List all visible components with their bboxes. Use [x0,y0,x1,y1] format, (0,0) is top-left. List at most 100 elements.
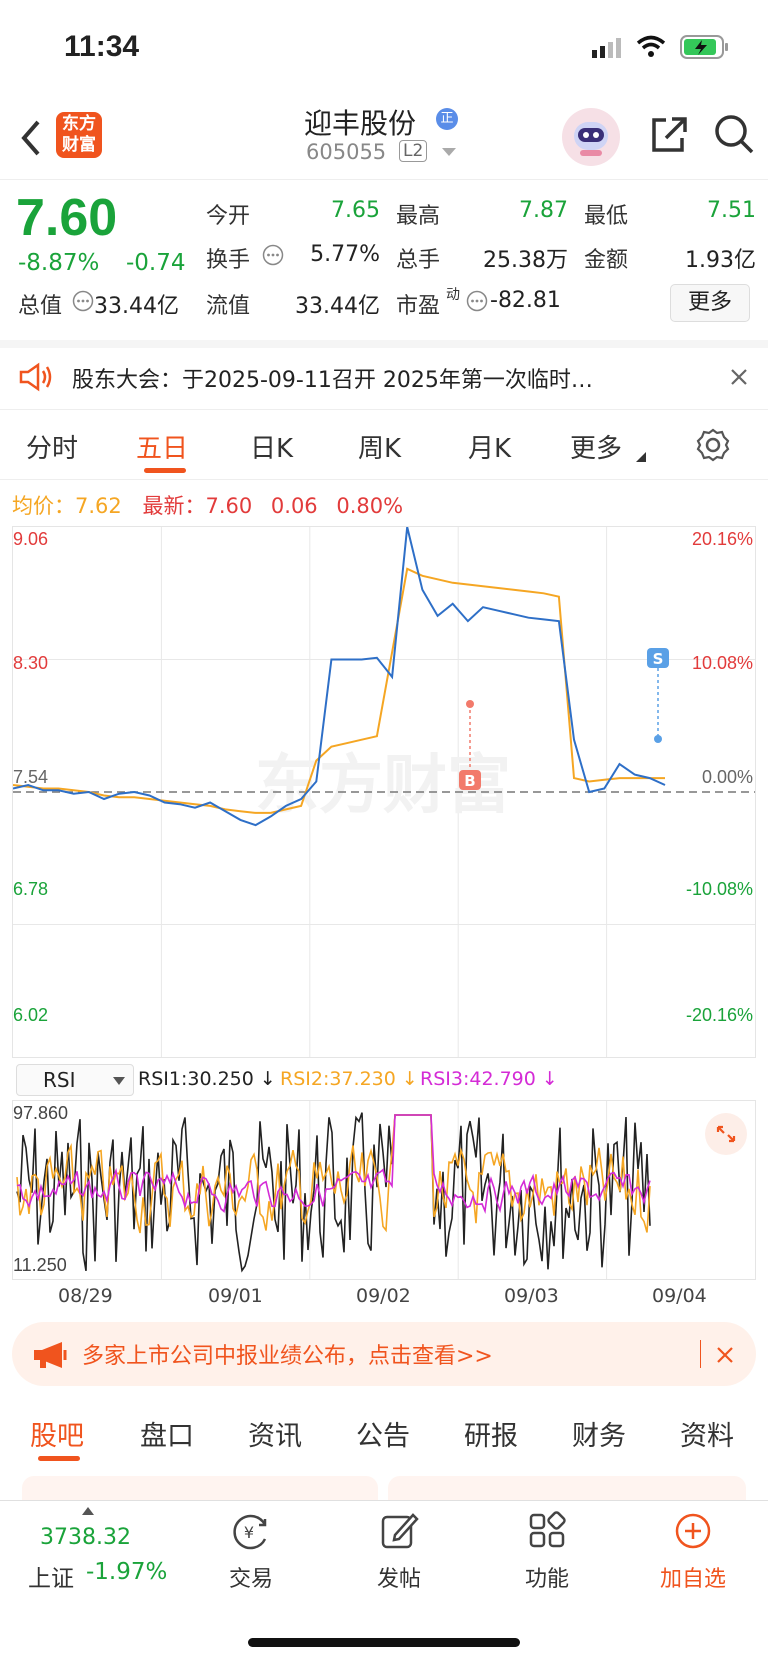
tab-weekly-k[interactable]: 周K [358,428,401,465]
y-right-tick: 0.00% [701,767,753,787]
latest-change: 0.06 [270,494,318,518]
nav-functions-label: 功能 [524,1567,569,1592]
back-icon[interactable] [18,118,42,158]
current-price: 7.60 [16,189,118,247]
float-label: 流值 [206,294,251,319]
tab-intraday[interactable]: 分时 [26,428,78,465]
price-chart[interactable]: 东方财富 B S 9.06 8.30 7.54 6.78 6.02 20.16%… [12,526,756,1058]
wifi-icon [636,35,666,57]
more-button[interactable]: 更多 [670,284,750,322]
nav-add-watchlist[interactable]: 加自选 [638,1511,748,1593]
y-left-tick: 9.06 [13,529,49,549]
y-right-tick: -20.16% [685,1005,753,1025]
info-icon[interactable] [72,290,94,312]
index-name[interactable]: 上证 [28,1559,74,1593]
promo-banner[interactable]: 多家上市公司中报业绩公布，点击查看>> [12,1322,756,1386]
chevron-down-icon[interactable] [442,148,456,158]
nav-post[interactable]: 发帖 [344,1511,454,1593]
stock-code: 605055 [306,140,387,164]
y-left-tick: 6.78 [13,879,49,899]
buy-marker-label: B [464,772,475,790]
rsi2-value: RSI2:37.230 ↓ [280,1068,418,1090]
home-indicator [248,1638,520,1647]
quote-panel: 7.60 -8.87% -0.74 今开 7.65 最高 7.87 最低 7.5… [0,180,768,340]
info-icon[interactable] [262,244,284,266]
index-change[interactable]: -1.97% [86,1559,167,1585]
index-value[interactable]: 3738.32 [40,1525,131,1550]
volume-value: 25.38万 [483,248,568,273]
level2-badge[interactable]: L2 [399,140,428,162]
cellular-signal-icon [592,38,621,58]
nav-trade-label: 交易 [228,1567,273,1592]
notice-bar[interactable]: 股东大会：于2025-09-11召开 2025年第一次临时… [0,340,768,410]
trade-icon: ¥ [233,1514,267,1550]
amount-value: 1.93亿 [685,248,756,273]
tab-daily-k[interactable]: 日K [250,428,293,465]
change-amount: -0.74 [126,250,186,276]
avg-label: 均价： [12,494,75,518]
nav-trade[interactable]: ¥ 交易 [196,1511,306,1593]
tab-five-day[interactable]: 五日 [136,428,188,465]
y-right-tick: -10.08% [685,879,753,899]
subtab-guba[interactable]: 股吧 [30,1414,84,1453]
low-value: 7.51 [707,198,756,223]
y-right-tick: 20.16% [691,529,753,549]
subtab-pankou[interactable]: 盘口 [140,1414,194,1453]
promo-text: 多家上市公司中报业绩公布，点击查看>> [82,1344,493,1369]
latest-percent: 0.80% [336,494,404,518]
y-right-tick: 10.08% [691,653,753,673]
nav-functions[interactable]: 功能 [492,1511,602,1593]
edit-icon [381,1513,419,1549]
rsi-bottom-label: 11.250 [13,1255,67,1275]
app-logo[interactable]: 东方财富 [56,112,102,158]
speaker-icon [19,362,52,392]
rsi-selector-label: RSI [43,1068,76,1092]
volume-label: 总手 [396,248,441,273]
tab-more[interactable]: 更多 [570,428,622,465]
rsi-selector[interactable]: RSI [16,1064,134,1096]
assistant-avatar[interactable] [562,108,620,166]
sell-marker-dot [654,735,662,743]
close-icon[interactable] [730,368,748,386]
pe-superscript: 动 [446,287,460,303]
high-value: 7.87 [519,198,568,223]
y-left-tick: 7.54 [13,767,49,787]
turnover-value: 5.77% [310,242,380,267]
dropdown-icon [113,1077,125,1085]
subtab-research[interactable]: 研报 [464,1414,518,1453]
subtab-finance[interactable]: 财务 [572,1414,626,1453]
pe-label: 市盈 [396,294,441,319]
active-tab-indicator [144,468,186,473]
gear-icon[interactable] [696,428,730,462]
close-icon[interactable] [716,1346,734,1364]
x-tick: 09/02 [356,1285,411,1307]
price-chart-svg: 东方财富 B S [12,526,755,1057]
svg-text:¥: ¥ [244,1523,254,1542]
latest-value: 7.60 [205,494,253,518]
nav-add-watchlist-label: 加自选 [659,1567,726,1592]
latest-label: 最新： [142,494,206,518]
x-tick: 08/29 [58,1285,113,1307]
rsi-chart[interactable]: 97.860 11.250 [12,1100,756,1280]
pe-value: -82.81 [490,288,561,313]
mktcap-value: 33.44亿 [94,294,179,319]
open-value: 7.65 [331,198,380,223]
fullscreen-button[interactable] [705,1113,747,1155]
search-icon[interactable] [712,112,756,156]
share-icon[interactable] [648,114,688,154]
chart-tabs: 分时 五日 日K 周K 月K 更多 [0,410,768,480]
notice-text: 股东大会：于2025-09-11召开 2025年第一次临时… [72,368,593,393]
y-left-tick: 8.30 [13,653,49,673]
caret-up-icon[interactable] [82,1507,94,1515]
x-tick: 09/03 [504,1285,559,1307]
chart-info-line: 均价：7.62 最新：7.60 0.06 0.80% [12,490,403,520]
mktcap-label: 总值 [18,294,63,319]
rsi-header: RSI RSI1:30.250 ↓ RSI2:37.230 ↓ RSI3:42.… [12,1062,756,1098]
content-tabs: 股吧 盘口 资讯 公告 研报 财务 资料 [0,1400,768,1506]
subtab-announcements[interactable]: 公告 [356,1414,410,1453]
tab-monthly-k[interactable]: 月K [468,428,511,465]
y-left-tick: 6.02 [13,1005,49,1025]
info-icon[interactable] [466,290,488,312]
subtab-news[interactable]: 资讯 [248,1414,302,1453]
subtab-profile[interactable]: 资料 [680,1414,734,1453]
